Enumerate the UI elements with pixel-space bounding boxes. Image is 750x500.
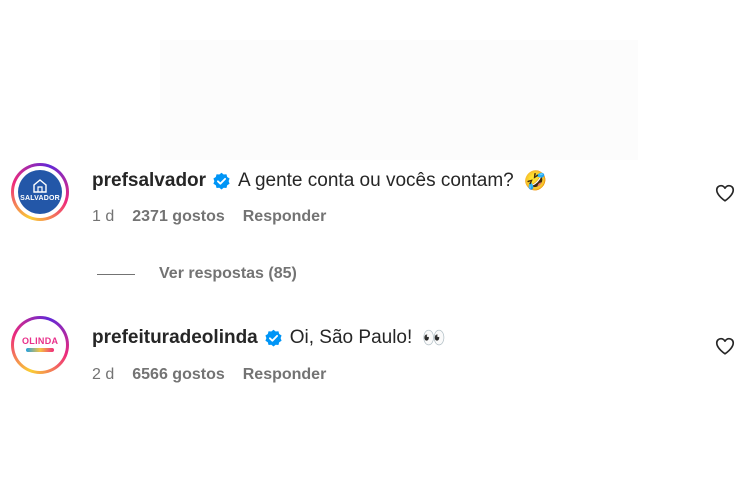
olinda-logo: OLINDA [18,323,62,367]
heart-outline-icon[interactable] [714,182,736,204]
heart-outline-icon[interactable] [714,335,736,357]
replies-divider [97,273,135,275]
eyes-emoji-icon: 👀 [422,328,446,349]
comment-text: A gente conta ou vocês contam? [238,170,514,191]
avatar-logo-text: OLINDA [22,336,59,346]
reply-button[interactable]: Responder [243,366,327,384]
city-emblem-icon [33,179,47,193]
verified-badge-icon [213,172,230,189]
comment-age: 2 d [92,366,115,383]
comment-line: prefeituradeolinda Oi, São Paulo! 👀 [92,325,446,351]
comment-line: prefsalvador A gente conta ou vocês cont… [92,168,547,194]
laughing-emoji-icon: 🤣 [523,171,548,192]
likes-count[interactable]: 6566 gostos [132,366,224,384]
view-replies-label: Ver respostas (85) [159,265,297,282]
avatar[interactable]: OLINDA [11,316,69,374]
likes-count[interactable]: 2371 gostos [132,208,224,226]
view-replies-button[interactable]: Ver respostas (85) [97,263,297,285]
username[interactable]: prefeituradeolinda [92,327,258,349]
logo-wave [26,348,54,352]
comment-item: SALVADOR prefsalvador A gente conta ou v… [0,163,750,258]
comment-text: Oi, São Paulo! [289,327,413,348]
comment-item: OLINDA prefeituradeolinda Oi, São Paulo!… [0,316,750,415]
salvador-logo: SALVADOR [18,170,62,214]
avatar-logo-text: SALVADOR [20,195,60,202]
avatar[interactable]: SALVADOR [11,163,69,221]
username[interactable]: prefsalvador [92,170,206,192]
comment-meta: 2 d 6566 gostos Responder [92,365,344,385]
comment-age: 1 d [92,208,115,225]
verified-badge-icon [265,329,282,346]
background-panel [160,40,638,160]
comment-meta: 1 d 2371 gostos Responder [92,207,344,227]
reply-button[interactable]: Responder [243,208,327,226]
